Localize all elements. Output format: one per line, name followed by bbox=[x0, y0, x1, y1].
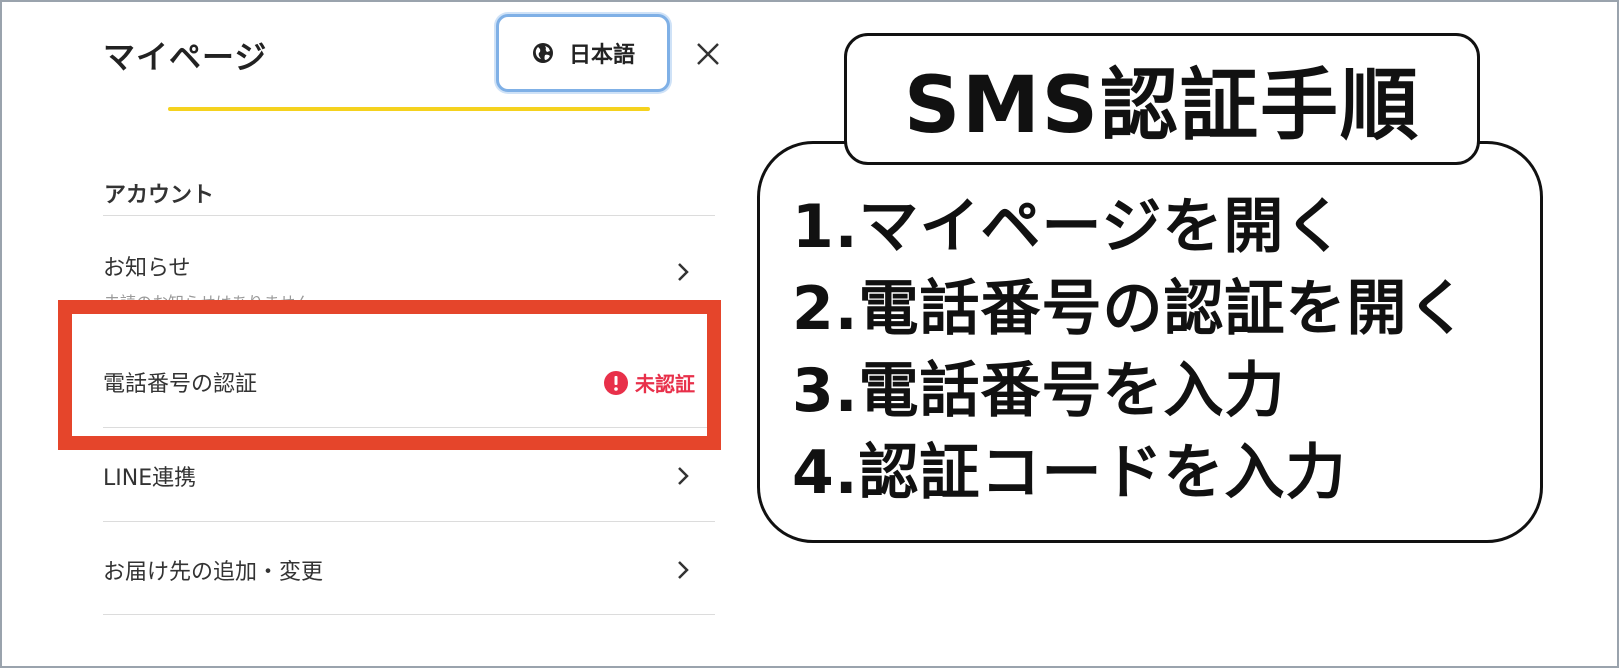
status-badge: 未認証 bbox=[603, 368, 695, 397]
chevron-right-icon bbox=[678, 561, 689, 579]
language-button[interactable]: 日本語 bbox=[496, 14, 670, 92]
menu-item-label: LINE連携 bbox=[103, 466, 197, 491]
page-title: マイページ bbox=[103, 38, 268, 76]
status-label: 未認証 bbox=[635, 372, 695, 396]
close-icon bbox=[697, 43, 719, 65]
step-item: 1.マイページを開く bbox=[792, 192, 1346, 262]
notifications-subtext: 未読のお知らせはありません bbox=[104, 293, 312, 304]
alert-icon bbox=[604, 370, 628, 395]
globe-icon bbox=[532, 43, 553, 63]
step-item: 4.認証コードを入力 bbox=[792, 438, 1347, 508]
chevron-right-icon bbox=[678, 467, 689, 485]
section-account-heading: アカウント bbox=[104, 183, 215, 208]
menu-item-label: お届け先の追加・変更 bbox=[103, 560, 324, 585]
divider bbox=[103, 427, 715, 428]
menu-item-label: 電話番号の認証 bbox=[103, 372, 258, 397]
menu-item-address[interactable]: お届け先の追加・変更 bbox=[103, 530, 715, 610]
menu-item-line-link[interactable]: LINE連携 bbox=[103, 436, 715, 516]
divider bbox=[103, 215, 715, 216]
menu-item-phone-verification[interactable]: 電話番号の認証 未認証 bbox=[103, 340, 715, 424]
chevron-right-icon bbox=[678, 263, 689, 281]
callout-title: SMS認証手順 bbox=[904, 61, 1420, 151]
divider bbox=[103, 521, 715, 522]
mypage-panel: マイページ 日本語 アカウント お知らせ 未読のお知らせはありません 電話番号の… bbox=[0, 0, 760, 668]
language-label: 日本語 bbox=[568, 43, 635, 68]
close-button[interactable] bbox=[688, 34, 728, 74]
menu-item-label: お知らせ bbox=[103, 256, 191, 281]
divider bbox=[103, 614, 715, 615]
title-underline bbox=[168, 107, 650, 111]
steps-list: 1.マイページを開く 2.電話番号の認証を開く 3.電話番号を入力 4.認証コー… bbox=[792, 186, 1532, 514]
step-item: 3.電話番号を入力 bbox=[792, 356, 1286, 426]
callout-title-box: SMS認証手順 bbox=[844, 33, 1480, 165]
step-item: 2.電話番号の認証を開く bbox=[792, 274, 1469, 344]
